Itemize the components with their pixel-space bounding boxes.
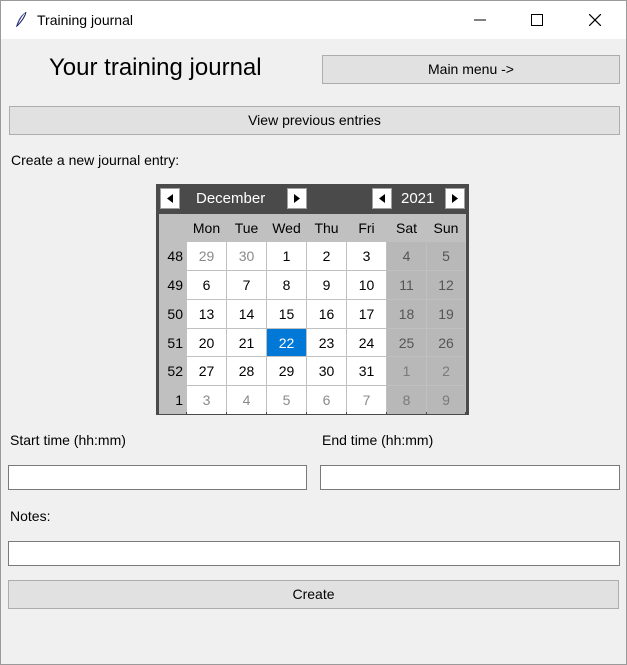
- calendar-day[interactable]: 18: [387, 300, 426, 328]
- calendar-day[interactable]: 28: [227, 357, 266, 385]
- calendar-day-selected[interactable]: 22: [267, 329, 306, 356]
- week-number: 52: [159, 357, 186, 385]
- calendar-day[interactable]: 9: [307, 271, 346, 299]
- calendar-day[interactable]: 24: [347, 329, 386, 356]
- week-number: 51: [159, 329, 186, 357]
- minimize-button[interactable]: [457, 1, 503, 39]
- calendar-day[interactable]: 29: [267, 357, 306, 385]
- calendar-day[interactable]: 17: [347, 300, 386, 328]
- calendar-day[interactable]: 12: [427, 271, 465, 299]
- weekday-header: Fri: [347, 214, 386, 242]
- calendar-day[interactable]: 20: [187, 329, 226, 356]
- calendar-day[interactable]: 29: [187, 242, 226, 270]
- calendar-day[interactable]: 30: [307, 357, 346, 385]
- prev-month-button[interactable]: [160, 188, 180, 209]
- calendar-year: 2021: [401, 190, 435, 207]
- calendar-day[interactable]: 16: [307, 300, 346, 328]
- next-year-button[interactable]: [445, 188, 465, 209]
- window-title: Training journal: [37, 12, 133, 28]
- calendar-day[interactable]: 14: [227, 300, 266, 328]
- calendar-day[interactable]: 11: [387, 271, 426, 299]
- calendar-day[interactable]: 27: [187, 357, 226, 385]
- weekday-header: Wed: [267, 214, 306, 242]
- arrow-left-icon: [167, 194, 173, 203]
- start-time-label: Start time (hh:mm): [10, 432, 126, 448]
- calendar-day[interactable]: 10: [347, 271, 386, 299]
- calendar-day[interactable]: 23: [307, 329, 346, 356]
- arrow-left-icon: [379, 194, 385, 203]
- calendar-day[interactable]: 21: [227, 329, 266, 356]
- maximize-button[interactable]: [514, 1, 560, 39]
- end-time-input[interactable]: [320, 465, 620, 490]
- create-button[interactable]: Create: [8, 580, 619, 609]
- calendar-day[interactable]: 7: [227, 271, 266, 299]
- calendar-day[interactable]: 4: [227, 386, 266, 414]
- calendar-day[interactable]: 2: [427, 357, 465, 385]
- calendar-day[interactable]: 2: [307, 242, 346, 270]
- maximize-icon: [531, 14, 543, 26]
- week-number: 49: [159, 271, 186, 299]
- calendar-day[interactable]: 3: [347, 242, 386, 270]
- calendar-day[interactable]: 4: [387, 242, 426, 270]
- week-number: 1: [159, 386, 186, 414]
- close-button[interactable]: [572, 1, 618, 39]
- weekday-header: Tue: [227, 214, 266, 242]
- page-title: Your training journal: [49, 54, 262, 81]
- calendar-day[interactable]: 7: [347, 386, 386, 414]
- prev-year-button[interactable]: [372, 188, 392, 209]
- calendar-day[interactable]: 5: [267, 386, 306, 414]
- close-icon: [589, 14, 601, 26]
- notes-input[interactable]: [8, 541, 620, 566]
- weekday-header: Sat: [387, 214, 426, 242]
- minimize-icon: [474, 19, 486, 21]
- calendar-day[interactable]: 31: [347, 357, 386, 385]
- arrow-right-icon: [294, 194, 300, 203]
- main-menu-button[interactable]: Main menu ->: [322, 55, 620, 84]
- calendar-day[interactable]: 13: [187, 300, 226, 328]
- calendar-month: December: [196, 190, 266, 207]
- calendar-day[interactable]: 6: [307, 386, 346, 414]
- create-entry-label: Create a new journal entry:: [11, 152, 180, 168]
- calendar-day[interactable]: 30: [227, 242, 266, 270]
- calendar-day[interactable]: 26: [427, 329, 465, 356]
- calendar-day[interactable]: 6: [187, 271, 226, 299]
- view-previous-entries-button[interactable]: View previous entries: [9, 106, 620, 135]
- calendar-day[interactable]: 25: [387, 329, 426, 356]
- next-month-button[interactable]: [287, 188, 307, 209]
- week-number: 48: [159, 242, 186, 270]
- title-bar: Training journal: [1, 1, 626, 39]
- calendar-day[interactable]: 8: [387, 386, 426, 414]
- week-number: 50: [159, 300, 186, 328]
- calendar-day[interactable]: 15: [267, 300, 306, 328]
- calendar-day[interactable]: 1: [387, 357, 426, 385]
- calendar-day[interactable]: 8: [267, 271, 306, 299]
- feather-icon: [16, 11, 27, 27]
- end-time-label: End time (hh:mm): [322, 432, 434, 448]
- weekday-header: Thu: [307, 214, 346, 242]
- start-time-input[interactable]: [8, 465, 307, 490]
- calendar-day[interactable]: 9: [427, 386, 465, 414]
- weekday-header: Sun: [427, 214, 465, 242]
- calendar-day[interactable]: 5: [427, 242, 465, 270]
- calendar-day[interactable]: 19: [427, 300, 465, 328]
- weekday-header: Mon: [187, 214, 226, 242]
- calendar-day[interactable]: 1: [267, 242, 306, 270]
- arrow-right-icon: [452, 194, 458, 203]
- calendar-day[interactable]: 3: [187, 386, 226, 414]
- notes-label: Notes:: [10, 508, 51, 524]
